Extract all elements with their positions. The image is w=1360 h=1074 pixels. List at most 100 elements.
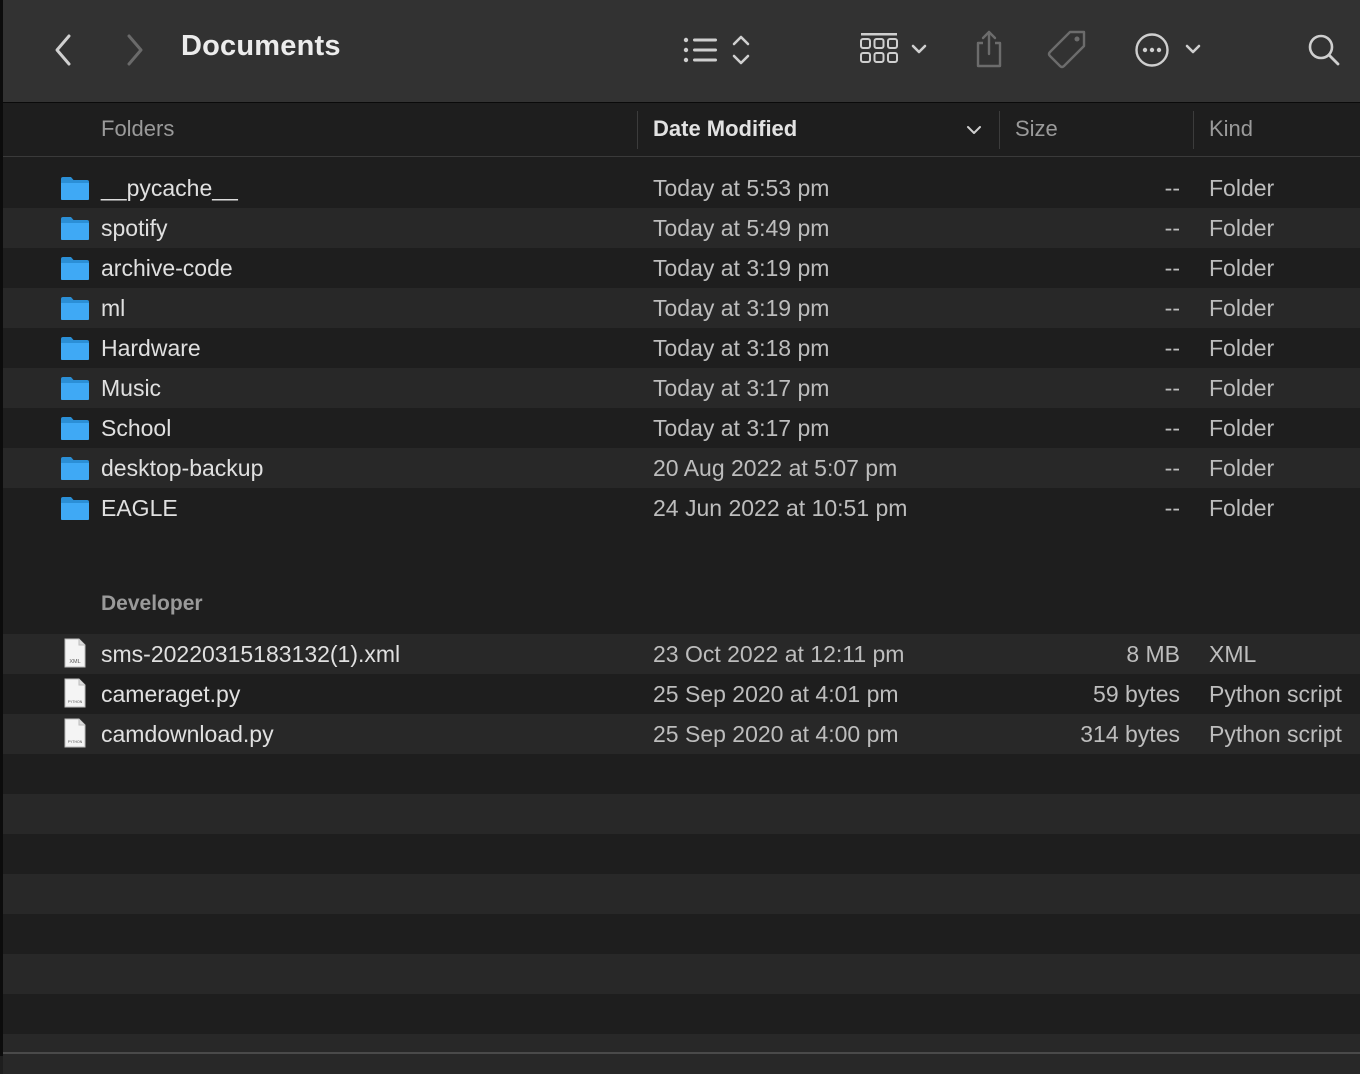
share-button[interactable]: [969, 26, 1009, 72]
folder-row[interactable]: desktop-backup 20 Aug 2022 at 5:07 pm -- Fo…: [3, 448, 1360, 488]
column-date-header[interactable]: Date Modified: [653, 103, 983, 156]
document-icon: XML: [64, 638, 86, 668]
folder-icon-wrapper: [60, 454, 90, 482]
item-kind: Folder: [1209, 455, 1275, 481]
item-kind: Folder: [1209, 495, 1275, 521]
column-divider[interactable]: [999, 111, 1000, 149]
toolbar: Documents: [3, 0, 1360, 103]
column-size-header[interactable]: Size: [1015, 103, 1058, 156]
folder-list: __pycache__ Today at 5:53 pm -- Folder spoti…: [3, 168, 1360, 528]
group-button[interactable]: [855, 28, 937, 72]
file-row[interactable]: XML sms-20220315183132(1).xml 23 Oct 2022 …: [3, 634, 1360, 674]
item-date-modified: Today at 3:17 pm: [653, 415, 830, 441]
chevron-left-icon: [55, 34, 71, 66]
folder-icon-wrapper: [60, 334, 90, 362]
item-kind: Folder: [1209, 175, 1275, 201]
empty-row-stripe: [3, 1034, 1360, 1074]
section-header-developer[interactable]: Developer: [101, 592, 203, 616]
forward-button[interactable]: [115, 30, 155, 70]
item-name: Music: [101, 375, 162, 401]
folder-row[interactable]: __pycache__ Today at 5:53 pm -- Folder: [3, 168, 1360, 208]
empty-row-stripe: [3, 834, 1360, 874]
item-size: --: [1164, 495, 1180, 521]
folder-icon: [61, 177, 89, 200]
svg-text:PYTHON: PYTHON: [68, 740, 83, 744]
list-view-icon: [683, 35, 750, 65]
empty-row-stripe: [3, 954, 1360, 994]
empty-row-stripe: [3, 914, 1360, 954]
folder-icon: [61, 377, 89, 400]
file-icon-wrapper: PYTHON: [60, 718, 90, 748]
item-date-modified: Today at 3:19 pm: [653, 295, 830, 321]
item-name: camdownload.py: [101, 721, 274, 747]
folder-icon: [61, 457, 89, 480]
column-divider[interactable]: [637, 111, 638, 149]
horizontal-scrollbar-track[interactable]: [3, 1052, 1360, 1054]
item-size: --: [1164, 215, 1180, 241]
folder-row[interactable]: spotify Today at 5:49 pm -- Folder: [3, 208, 1360, 248]
item-size: 314 bytes: [1080, 721, 1180, 747]
file-icon-wrapper: PYTHON: [60, 678, 90, 708]
folder-icon-wrapper: [60, 374, 90, 402]
folder-icon-wrapper: [60, 174, 90, 202]
search-button[interactable]: [1301, 28, 1347, 72]
item-kind: Folder: [1209, 335, 1275, 361]
developer-file-list: XML sms-20220315183132(1).xml 23 Oct 2022 …: [3, 634, 1360, 754]
item-kind: Python script: [1209, 681, 1342, 707]
item-kind: Folder: [1209, 415, 1275, 441]
document-icon: PYTHON: [64, 678, 86, 708]
folder-icon: [61, 337, 89, 360]
item-kind: Folder: [1209, 375, 1275, 401]
folder-row[interactable]: School Today at 3:17 pm -- Folder: [3, 408, 1360, 448]
file-icon-wrapper: XML: [60, 638, 90, 668]
folder-row[interactable]: Hardware Today at 3:18 pm -- Folder: [3, 328, 1360, 368]
file-row[interactable]: PYTHON camdownload.py 25 Sep 2020 at 4:00 …: [3, 714, 1360, 754]
item-size: --: [1164, 295, 1180, 321]
item-date-modified: Today at 5:49 pm: [653, 215, 830, 241]
folder-row[interactable]: EAGLE 24 Jun 2022 at 10:51 pm -- Folder: [3, 488, 1360, 528]
folder-row[interactable]: ml Today at 3:19 pm -- Folder: [3, 288, 1360, 328]
item-name: spotify: [101, 215, 168, 241]
more-actions-button[interactable]: [1131, 28, 1207, 72]
document-icon: PYTHON: [64, 718, 86, 748]
item-size: 59 bytes: [1093, 681, 1180, 707]
empty-row-stripe: [3, 994, 1360, 1034]
item-date-modified: Today at 3:18 pm: [653, 335, 830, 361]
folder-icon-wrapper: [60, 294, 90, 322]
folder-row[interactable]: Music Today at 3:17 pm -- Folder: [3, 368, 1360, 408]
folder-icon-wrapper: [60, 254, 90, 282]
item-date-modified: 25 Sep 2020 at 4:00 pm: [653, 721, 899, 747]
tag-button[interactable]: [1045, 28, 1091, 72]
item-size: --: [1164, 415, 1180, 441]
view-options-button[interactable]: [677, 28, 761, 72]
file-row[interactable]: PYTHON cameraget.py 25 Sep 2020 at 4:01 pm…: [3, 674, 1360, 714]
item-kind: Folder: [1209, 255, 1275, 281]
item-kind: Python script: [1209, 721, 1342, 747]
item-date-modified: 25 Sep 2020 at 4:01 pm: [653, 681, 899, 707]
folder-icon: [61, 497, 89, 520]
item-name: ml: [101, 295, 126, 321]
column-name-header[interactable]: Folders: [101, 103, 174, 156]
back-button[interactable]: [43, 30, 83, 70]
grid-group-icon: [860, 33, 927, 63]
item-date-modified: Today at 5:53 pm: [653, 175, 830, 201]
sort-descending-icon: [967, 126, 981, 134]
item-size: --: [1164, 255, 1180, 281]
item-date-modified: 24 Jun 2022 at 10:51 pm: [653, 495, 908, 521]
item-name: sms-20220315183132(1).xml: [101, 641, 401, 667]
column-divider[interactable]: [1193, 111, 1194, 149]
folder-icon: [61, 297, 89, 320]
folder-icon: [61, 417, 89, 440]
ellipsis-circle-icon: [1135, 33, 1201, 67]
item-name: Hardware: [101, 335, 201, 361]
column-header: Folders Date Modified Size Kind: [3, 103, 1360, 157]
folder-row[interactable]: archive-code Today at 3:19 pm -- Folder: [3, 248, 1360, 288]
search-icon: [1308, 34, 1340, 66]
chevron-right-icon: [127, 34, 143, 66]
item-date-modified: 23 Oct 2022 at 12:11 pm: [653, 641, 905, 667]
item-name: School: [101, 415, 172, 441]
item-name: archive-code: [101, 255, 233, 281]
item-size: --: [1164, 335, 1180, 361]
item-kind: Folder: [1209, 295, 1275, 321]
column-kind-header[interactable]: Kind: [1209, 103, 1253, 156]
